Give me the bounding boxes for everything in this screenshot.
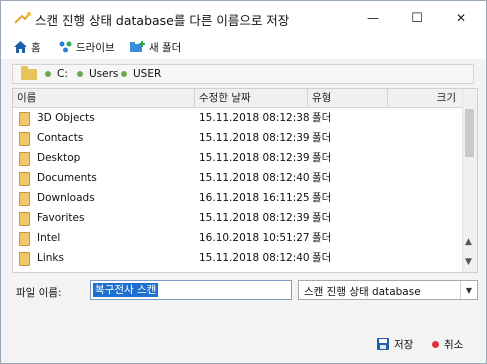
new-folder-icon: [130, 41, 145, 52]
maximize-icon: ☐: [411, 10, 423, 26]
filename-label: 파일 이름:: [16, 287, 62, 299]
row-date: 16.11.2018 16:11:25: [199, 192, 310, 204]
home-button[interactable]: 홈: [14, 39, 41, 55]
new-folder-label: 새 폴더: [149, 41, 182, 54]
row-name: Contacts: [37, 132, 84, 144]
folder-icon: [19, 192, 30, 206]
row-date: 15.11.2018 08:12:38: [199, 112, 310, 124]
minimize-button[interactable]: —: [351, 5, 395, 31]
toolbar: 홈 드라이브 새 폴더: [1, 35, 486, 59]
folder-icon: [19, 212, 30, 226]
row-date: 15.11.2018 08:12:39: [199, 152, 310, 164]
home-label: 홈: [31, 41, 41, 54]
row-type: 폴더: [312, 212, 332, 224]
column-header-name[interactable]: 이름: [13, 89, 195, 107]
file-list[interactable]: 이름 수정한 날짜 유형 크기 3D Objects 15.11.2018 08…: [12, 88, 478, 273]
table-row[interactable]: Contacts 15.11.2018 08:12:39 폴더: [13, 129, 465, 148]
path-dot-icon: [45, 71, 51, 77]
column-header-size[interactable]: 크기: [388, 89, 465, 107]
row-type: 폴더: [312, 132, 332, 144]
drives-icon: [59, 41, 72, 53]
drives-button[interactable]: 드라이브: [59, 39, 115, 55]
row-date: 15.11.2018 08:12:39: [199, 132, 310, 144]
drives-label: 드라이브: [76, 41, 115, 54]
table-row[interactable]: Documents 15.11.2018 08:12:40 폴더: [13, 169, 465, 188]
row-name: 3D Objects: [37, 112, 95, 124]
window-title: 스캔 진행 상태 database를 다른 이름으로 저장: [35, 13, 290, 28]
folder-icon: [19, 252, 30, 266]
path-dot-icon: [121, 71, 127, 77]
breadcrumb[interactable]: C: Users USER: [12, 64, 474, 84]
save-label: 저장: [394, 338, 414, 351]
title-bar: 스캔 진행 상태 database를 다른 이름으로 저장 — ☐ ✕: [1, 1, 486, 35]
breadcrumb-item-users[interactable]: Users: [77, 68, 118, 80]
minimize-icon: —: [367, 11, 379, 25]
table-row[interactable]: Links 15.11.2018 08:12:40 폴더: [13, 249, 465, 268]
row-date: 15.11.2018 08:12:40: [199, 172, 310, 184]
home-icon: [14, 41, 27, 53]
folder-icon: [19, 152, 30, 166]
row-name: Intel: [37, 232, 61, 244]
folder-icon: [19, 132, 30, 146]
scroll-down-icon[interactable]: ▼: [465, 257, 472, 267]
cancel-label: 취소: [444, 338, 464, 351]
breadcrumb-label: Users: [89, 68, 119, 80]
save-as-dialog: 스캔 진행 상태 database를 다른 이름으로 저장 — ☐ ✕ 홈 드라…: [0, 0, 487, 364]
scrollbar-thumb[interactable]: [465, 109, 474, 157]
filetype-value: 스캔 진행 상태 database: [304, 286, 421, 298]
column-header-type[interactable]: 유형: [308, 89, 388, 107]
folder-icon: [21, 66, 37, 80]
maximize-button[interactable]: ☐: [395, 5, 439, 31]
cancel-button[interactable]: 취소: [432, 335, 463, 353]
breadcrumb-label: C:: [57, 68, 68, 80]
folder-icon: [19, 172, 30, 186]
save-icon: [377, 338, 389, 350]
vertical-scrollbar[interactable]: ▲ ▼: [462, 89, 477, 272]
table-row[interactable]: Desktop 15.11.2018 08:12:39 폴더: [13, 149, 465, 168]
chevron-down-icon[interactable]: ▼: [460, 281, 477, 299]
row-type: 폴더: [312, 152, 332, 164]
breadcrumb-item-c[interactable]: C:: [45, 68, 68, 80]
row-type: 폴더: [312, 172, 332, 184]
app-icon: [14, 12, 31, 24]
new-folder-button[interactable]: 새 폴더: [130, 39, 181, 55]
table-row[interactable]: 3D Objects 15.11.2018 08:12:38 폴더: [13, 109, 465, 128]
path-dot-icon: [77, 71, 83, 77]
close-icon: ✕: [455, 11, 467, 25]
row-type: 폴더: [312, 112, 332, 124]
row-type: 폴더: [312, 252, 332, 264]
filename-input[interactable]: 복구전사 스캔: [90, 280, 292, 300]
close-button[interactable]: ✕: [439, 5, 483, 31]
table-row[interactable]: Intel 16.10.2018 10:51:27 폴더: [13, 229, 465, 248]
row-name: Downloads: [37, 192, 95, 204]
row-date: 15.11.2018 08:12:40: [199, 252, 310, 264]
table-row[interactable]: Downloads 16.11.2018 16:11:25 폴더: [13, 189, 465, 208]
cancel-icon: [432, 340, 439, 348]
row-name: Links: [37, 252, 64, 264]
row-type: 폴더: [312, 192, 332, 204]
save-button[interactable]: 저장: [377, 335, 413, 353]
filename-value: 복구전사 스캔: [93, 283, 159, 297]
column-header-date[interactable]: 수정한 날짜: [195, 89, 308, 107]
folder-icon: [19, 232, 30, 246]
list-header: 이름 수정한 날짜 유형 크기: [13, 89, 465, 108]
row-date: 15.11.2018 08:12:39: [199, 212, 310, 224]
row-date: 16.10.2018 10:51:27: [199, 232, 310, 244]
breadcrumb-item-user[interactable]: USER: [121, 68, 161, 80]
breadcrumb-label: USER: [133, 68, 162, 80]
row-name: Documents: [37, 172, 97, 184]
table-row[interactable]: Favorites 15.11.2018 08:12:39 폴더: [13, 209, 465, 228]
row-name: Desktop: [37, 152, 81, 164]
scroll-up-icon[interactable]: ▲: [465, 237, 472, 247]
filetype-select[interactable]: 스캔 진행 상태 database ▼: [298, 280, 478, 300]
folder-icon: [19, 112, 30, 126]
row-name: Favorites: [37, 212, 85, 224]
row-type: 폴더: [312, 232, 332, 244]
button-bar: 저장 취소: [1, 327, 486, 363]
